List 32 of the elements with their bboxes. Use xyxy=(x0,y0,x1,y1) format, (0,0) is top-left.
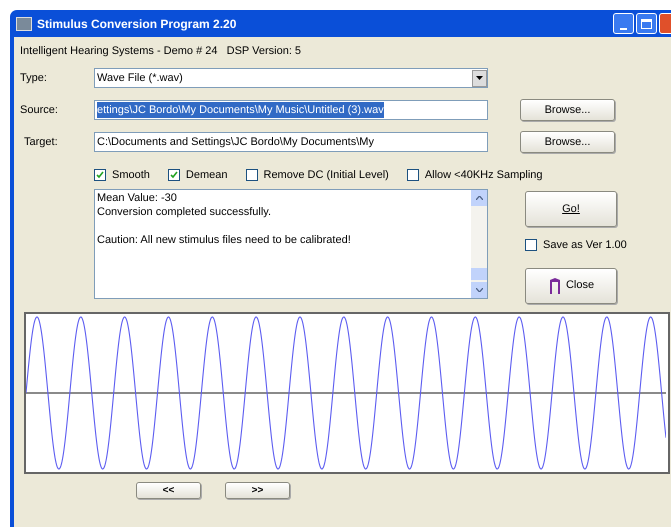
door-icon xyxy=(548,276,562,294)
type-dropdown[interactable]: Wave File (*.wav) xyxy=(94,68,488,88)
target-label: Target: xyxy=(23,134,59,150)
checkbox[interactable]: Remove DC (Initial Level) xyxy=(246,166,389,184)
target-field[interactable]: C:\Documents and Settings\JC Bordo\My Documents\My xyxy=(94,132,488,152)
checkbox[interactable]: Demean xyxy=(168,166,228,184)
checkbox[interactable]: Allow <40KHz Sampling xyxy=(406,166,543,184)
source-field[interactable]: ettings\JC Bordo\My Documents\My Music\Untitled (3).wav xyxy=(94,100,488,120)
checkbox[interactable]: Save as Ver 1.00 xyxy=(525,237,627,254)
maximize-button[interactable] xyxy=(636,13,657,34)
go-button[interactable]: Go! xyxy=(525,191,617,227)
checkmark-icon xyxy=(96,171,104,179)
app-icon xyxy=(16,16,32,30)
log-line: Conversion completed successfully. xyxy=(97,205,272,219)
header-text: Intelligent Hearing Systems - Demo # 24 DSP Version: 5 xyxy=(20,44,302,59)
source-label: Source: xyxy=(20,102,59,118)
scrollbar[interactable] xyxy=(471,190,487,298)
scroll-up-icon[interactable] xyxy=(471,190,487,206)
nav-button[interactable]: << xyxy=(136,482,201,498)
nav-button[interactable]: >> xyxy=(225,482,290,498)
close-button[interactable]: Close xyxy=(525,268,617,304)
log-line: Mean Value: -30 xyxy=(97,191,178,205)
checkmark-icon xyxy=(170,171,178,179)
browse-button[interactable]: Browse... xyxy=(520,131,615,153)
log-line: Caution: All new stimulus files need to be calibrated! xyxy=(97,233,352,247)
scroll-thumb[interactable] xyxy=(471,268,487,280)
browse-button[interactable]: Browse... xyxy=(520,99,615,121)
window-title: Stimulus Conversion Program 2.20 xyxy=(37,16,238,32)
scroll-down-icon[interactable] xyxy=(471,282,487,298)
type-label: Type: xyxy=(20,70,48,86)
minimize-button[interactable] xyxy=(613,13,634,34)
checkbox[interactable]: Smooth xyxy=(94,166,150,184)
